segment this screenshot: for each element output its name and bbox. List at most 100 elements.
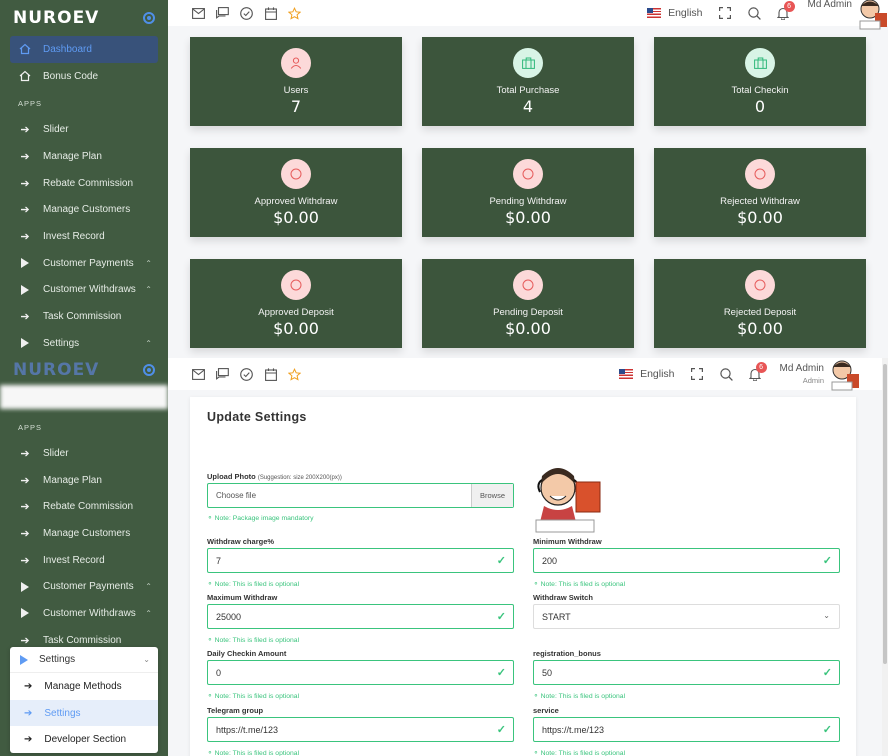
service-input[interactable]: https://t.me/123 ✓ bbox=[533, 717, 840, 742]
mail-icon[interactable] bbox=[192, 7, 205, 20]
avatar[interactable] bbox=[828, 358, 860, 391]
sidebar-item-customer-payments[interactable]: Customer Payments ⌃ bbox=[0, 573, 168, 600]
sidebar-toggle-icon[interactable] bbox=[143, 363, 155, 376]
sidebar-item-label: Customer Withdraws bbox=[43, 284, 136, 296]
upload-photo-input[interactable]: Choose file Browse bbox=[207, 483, 514, 508]
sidebar-top: NUROEV Dashboard Bonus Code APPS ➔ Slider… bbox=[0, 0, 168, 358]
arrow-right-icon: ➔ bbox=[20, 311, 30, 324]
chevron-up-icon: ⌃ bbox=[145, 582, 152, 592]
submenu-item-settings[interactable]: ➔ Settings bbox=[10, 699, 158, 727]
sidebar-toggle-icon[interactable] bbox=[143, 12, 155, 24]
optional-note: ⚬ Note: This is filed is optional bbox=[533, 693, 626, 700]
sidebar-item-invest-record[interactable]: ➔ Invest Record bbox=[0, 223, 168, 250]
arrow-right-icon: ➔ bbox=[20, 447, 30, 460]
search-icon[interactable] bbox=[719, 367, 733, 381]
language-selector[interactable]: English bbox=[640, 368, 674, 380]
submenu-item-developer-section[interactable]: ➔ Developer Section bbox=[10, 726, 158, 753]
maximum-withdraw-input[interactable]: 25000 ✓ bbox=[207, 604, 514, 629]
arrow-right-icon: ➔ bbox=[20, 230, 30, 243]
calendar-icon[interactable] bbox=[264, 6, 277, 20]
stat-value: $0.00 bbox=[273, 319, 319, 338]
chat-icon[interactable] bbox=[216, 368, 229, 381]
sidebar-item-customer-payments[interactable]: Customer Payments ⌃ bbox=[0, 250, 168, 277]
preview-photo bbox=[530, 462, 604, 534]
check-icon: ✓ bbox=[496, 611, 506, 623]
sidebar-item-invest-record[interactable]: ➔ Invest Record bbox=[0, 547, 168, 574]
minimum-withdraw-input[interactable]: 200 ✓ bbox=[533, 548, 840, 573]
chat-icon[interactable] bbox=[216, 7, 229, 20]
chevron-down-icon: ⌄ bbox=[823, 611, 830, 620]
scrollbar[interactable] bbox=[882, 358, 888, 756]
search-icon[interactable] bbox=[747, 6, 761, 20]
check-circle-icon[interactable] bbox=[240, 6, 253, 20]
submenu-header-settings[interactable]: Settings ⌄ bbox=[10, 647, 158, 673]
form-title: Update Settings bbox=[207, 410, 307, 424]
briefcase-icon bbox=[745, 48, 775, 78]
note-text: Note: This is filed is optional bbox=[540, 750, 626, 756]
stat-value: 7 bbox=[290, 97, 302, 116]
sidebar-item-rebate-commission[interactable]: ➔ Rebate Commission bbox=[0, 493, 168, 520]
stat-value: 4 bbox=[522, 97, 534, 116]
star-icon[interactable] bbox=[288, 6, 301, 20]
arrow-right-icon: ➔ bbox=[20, 474, 30, 487]
chevron-down-icon: ⌄ bbox=[143, 655, 150, 664]
arrow-right-icon: ➔ bbox=[24, 680, 33, 692]
sidebar-item-dashboard[interactable]: Dashboard bbox=[10, 36, 158, 63]
sidebar-item-bonus-code[interactable]: Bonus Code bbox=[0, 63, 168, 90]
sidebar-item-slider[interactable]: ➔ Slider bbox=[0, 440, 168, 467]
user-block[interactable]: Md Admin bbox=[808, 0, 852, 10]
arrow-right-icon: ➔ bbox=[20, 204, 30, 217]
stat-label: Total Checkin bbox=[731, 85, 789, 96]
registration-bonus-label: registration_bonus bbox=[533, 649, 601, 658]
sidebar-item-label: Manage Customers bbox=[43, 204, 131, 216]
sidebar-item-label: Manage Plan bbox=[43, 150, 102, 162]
chevron-up-icon: ⌃ bbox=[145, 258, 152, 268]
bell-icon[interactable]: 6 bbox=[749, 361, 767, 381]
registration-bonus-input[interactable]: 50 ✓ bbox=[533, 660, 840, 685]
sidebar-item-label: Bonus Code bbox=[43, 70, 99, 82]
topbar-right: English 6 Md Admin bbox=[647, 0, 888, 30]
telegram-group-input[interactable]: https://t.me/123 ✓ bbox=[207, 717, 514, 742]
note-text: Note: This is filed is optional bbox=[214, 693, 300, 700]
language-selector[interactable]: English bbox=[668, 7, 702, 19]
notification-badge: 6 bbox=[755, 361, 767, 373]
calendar-icon[interactable] bbox=[264, 367, 277, 381]
sidebar-item-rebate-commission[interactable]: ➔ Rebate Commission bbox=[0, 170, 168, 197]
upload-photo-label: Upload Photo (Suggestion: size 200X200(p… bbox=[207, 472, 342, 481]
mail-icon[interactable] bbox=[192, 368, 205, 381]
stat-label: Pending Deposit bbox=[493, 307, 563, 318]
star-icon[interactable] bbox=[288, 367, 301, 381]
check-circle-icon[interactable] bbox=[240, 367, 253, 381]
user-block[interactable]: Md Admin Admin bbox=[780, 363, 824, 385]
play-icon bbox=[20, 654, 28, 665]
browse-button[interactable]: Browse bbox=[470, 484, 513, 507]
sidebar-item-slider[interactable]: ➔ Slider bbox=[0, 116, 168, 143]
sidebar-item-label: Dashboard bbox=[43, 43, 92, 55]
submenu-item-manage-methods[interactable]: ➔ Manage Methods bbox=[10, 673, 158, 700]
sidebar-item-settings[interactable]: Settings ⌃ bbox=[0, 330, 168, 357]
circle-icon bbox=[745, 159, 775, 189]
arrow-right-icon: ➔ bbox=[20, 150, 30, 163]
submenu-item-label: Settings bbox=[44, 707, 81, 719]
sidebar-item-manage-plan[interactable]: ➔ Manage Plan bbox=[0, 467, 168, 494]
daily-checkin-input[interactable]: 0 ✓ bbox=[207, 660, 514, 685]
sidebar-item-customer-withdraws[interactable]: Customer Withdraws ⌃ bbox=[0, 600, 168, 627]
sidebar-item-customer-withdraws[interactable]: Customer Withdraws ⌃ bbox=[0, 277, 168, 304]
bell-icon[interactable]: 6 bbox=[777, 0, 795, 20]
sidebar-item-manage-customers[interactable]: ➔ Manage Customers bbox=[0, 196, 168, 223]
fullscreen-icon[interactable] bbox=[691, 368, 704, 381]
withdraw-switch-select[interactable]: START ⌄ bbox=[533, 604, 840, 629]
sidebar-item-manage-plan[interactable]: ➔ Manage Plan bbox=[0, 143, 168, 170]
sidebar-section-label: APPS bbox=[18, 99, 43, 109]
stat-card-pending-withdraw: Pending Withdraw $0.00 bbox=[422, 148, 634, 237]
withdraw-charge-input[interactable]: 7 ✓ bbox=[207, 548, 514, 573]
fullscreen-icon[interactable] bbox=[719, 7, 732, 20]
optional-note: ⚬ Note: This is filed is optional bbox=[533, 750, 626, 756]
stat-value: $0.00 bbox=[273, 208, 319, 227]
scrollbar-thumb[interactable] bbox=[883, 364, 887, 664]
sidebar-item-manage-customers[interactable]: ➔ Manage Customers bbox=[0, 520, 168, 547]
stat-value: $0.00 bbox=[737, 319, 783, 338]
user-icon bbox=[281, 48, 311, 78]
sidebar-item-task-commission[interactable]: ➔ Task Commission bbox=[0, 303, 168, 330]
avatar[interactable] bbox=[856, 0, 888, 30]
